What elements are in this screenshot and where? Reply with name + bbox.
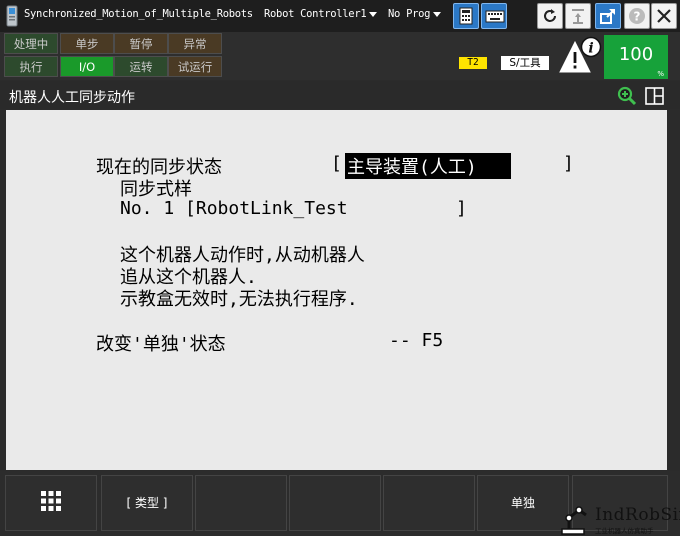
robot-logo-icon bbox=[561, 506, 587, 535]
svg-text:i: i bbox=[588, 41, 593, 57]
led-run: 执行 bbox=[4, 56, 58, 77]
external-button[interactable] bbox=[595, 3, 621, 29]
frame-badge-tool: S/工具 bbox=[501, 56, 549, 70]
f3-button[interactable] bbox=[289, 475, 381, 531]
keyboard-icon bbox=[485, 10, 505, 23]
chevron-down-icon bbox=[369, 11, 378, 17]
calculator-icon bbox=[459, 7, 473, 25]
help-button[interactable]: ? bbox=[624, 3, 650, 29]
f4-button[interactable] bbox=[383, 475, 475, 531]
warning-info-icon: i bbox=[559, 36, 602, 73]
led-tcyc: 试运行 bbox=[168, 56, 222, 77]
f1-type-button[interactable]: [ 类型 ] bbox=[101, 475, 193, 531]
change-independent-label: 改变'单独'状态 bbox=[96, 334, 226, 355]
keyboard-button[interactable] bbox=[481, 3, 507, 29]
led-hold: 暂停 bbox=[114, 33, 168, 54]
override-value: 100 bbox=[618, 44, 654, 65]
close-icon bbox=[657, 9, 671, 23]
change-independent-key: -- F5 bbox=[389, 330, 444, 351]
split-screen-icon[interactable] bbox=[645, 87, 664, 105]
refresh-icon bbox=[544, 9, 556, 22]
help-icon: ? bbox=[629, 8, 645, 24]
led-step: 单步 bbox=[60, 33, 114, 54]
robot-select-button[interactable] bbox=[565, 3, 591, 29]
led-io: I/O bbox=[60, 56, 114, 77]
zoom-in-icon[interactable] bbox=[617, 86, 637, 106]
screen-title: 机器人人工同步动作 bbox=[9, 90, 135, 106]
calculator-button[interactable] bbox=[453, 3, 479, 29]
controller-select[interactable]: Robot Controller1 bbox=[264, 8, 378, 20]
grid-menu-icon bbox=[41, 491, 61, 511]
mode-badge-t2: T2 bbox=[459, 57, 487, 69]
override-unit: % bbox=[657, 70, 664, 78]
robot-arm-icon bbox=[572, 9, 584, 24]
screen-title-bar: 机器人人工同步动作 bbox=[0, 81, 680, 109]
external-link-icon bbox=[600, 9, 615, 24]
teach-pendant-icon bbox=[6, 5, 18, 27]
led-fault: 异常 bbox=[168, 33, 222, 54]
sync-state-value[interactable]: 主导装置(人工) bbox=[345, 153, 512, 179]
f5-independent-button[interactable]: 单独 bbox=[477, 475, 569, 531]
window-title: Synchronized_Motion_of_Multiple_Robots bbox=[24, 8, 253, 20]
description-line-3: 示教盒无效时,无法执行程序. bbox=[120, 289, 358, 310]
led-prod: 运转 bbox=[114, 56, 168, 77]
title-bar: Synchronized_Motion_of_Multiple_Robots R… bbox=[0, 0, 680, 32]
sync-style-number: No. 1 [RobotLink_Test ] bbox=[120, 198, 467, 219]
reset-button[interactable] bbox=[537, 3, 563, 29]
content-panel: 现在的同步状态 [ 主导装置(人工) ] 同步式样 No. 1 [RobotLi… bbox=[6, 110, 667, 470]
led-busy: 处理中 bbox=[4, 33, 58, 54]
override-speed[interactable]: 100 % bbox=[604, 35, 668, 79]
watermark: IndRobSim 工业机器人仿真助手 bbox=[557, 500, 680, 536]
svg-text:?: ? bbox=[634, 10, 641, 24]
close-button[interactable] bbox=[651, 3, 677, 29]
watermark-text: IndRobSim bbox=[595, 505, 680, 525]
chevron-down-icon bbox=[433, 11, 442, 17]
sync-state-bracket-close: ] bbox=[563, 153, 574, 174]
watermark-subtext: 工业机器人仿真助手 bbox=[595, 527, 654, 535]
sync-state-bracket-open: [ bbox=[331, 153, 342, 174]
program-select[interactable]: No Prog bbox=[388, 8, 442, 20]
f2-button[interactable] bbox=[195, 475, 287, 531]
